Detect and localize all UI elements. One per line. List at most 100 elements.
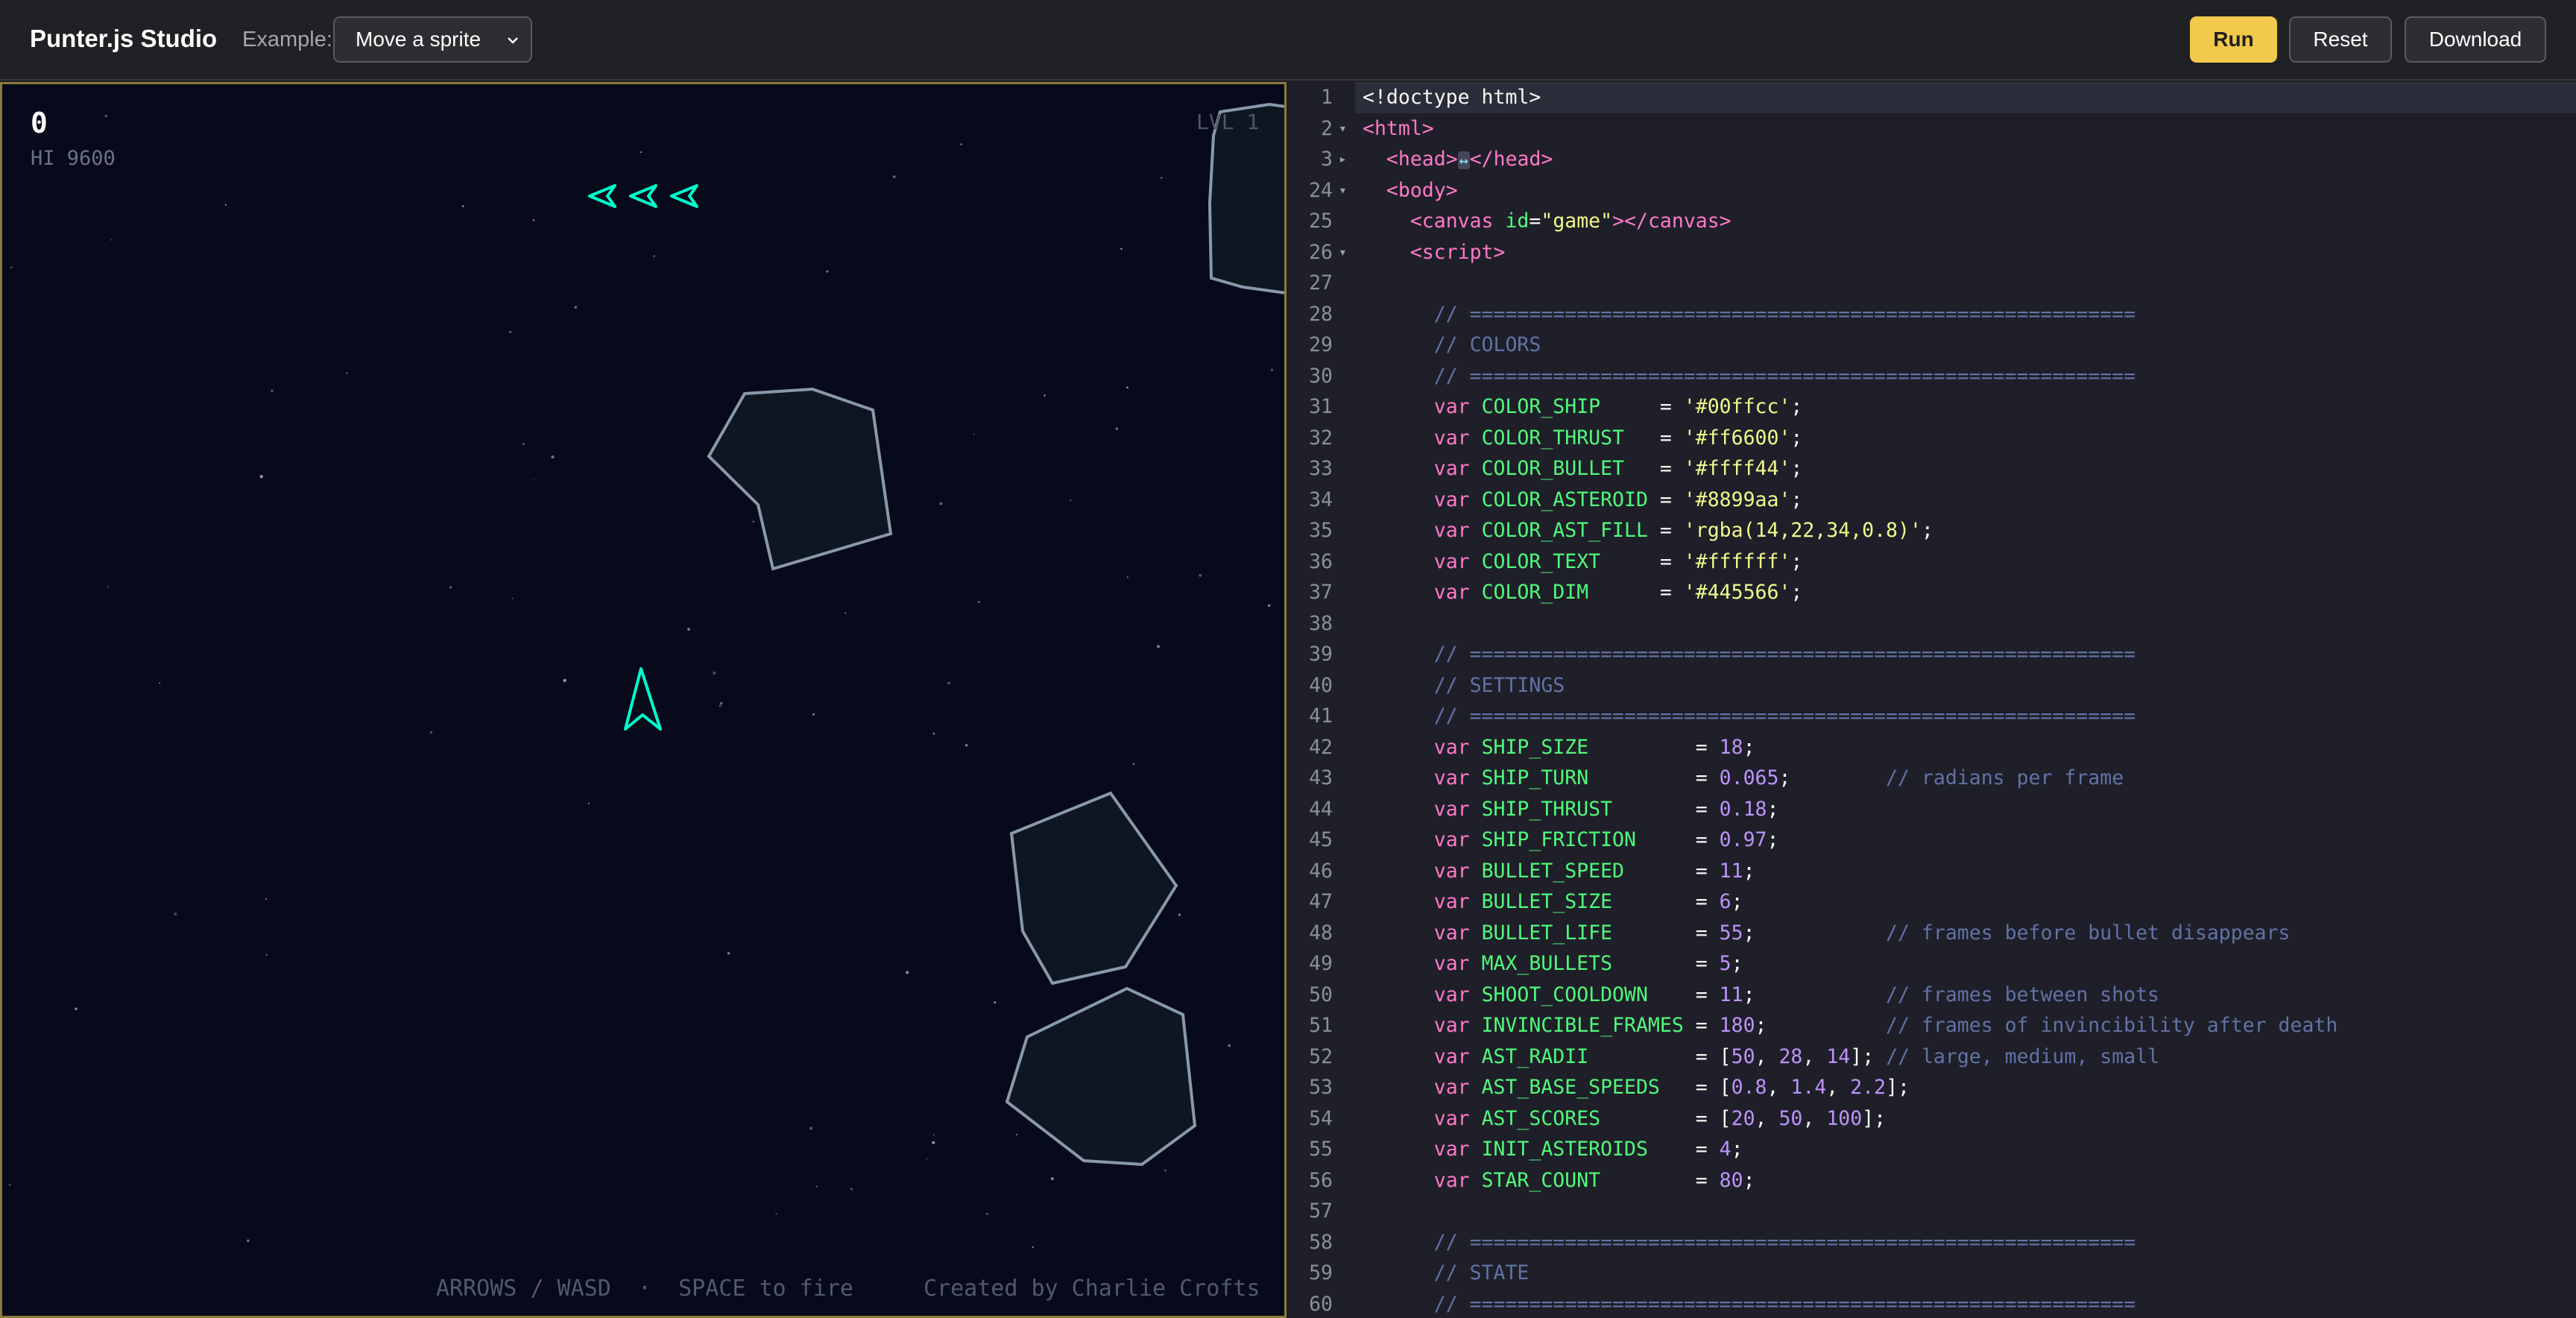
- code-line[interactable]: var INIT_ASTEROIDS = 4;: [1355, 1134, 2576, 1165]
- star: [1267, 604, 1271, 608]
- code-line[interactable]: // =====================================…: [1355, 639, 2576, 670]
- code-line[interactable]: <head> ↔</head>: [1355, 144, 2576, 175]
- fold-open-icon[interactable]: ▾: [1339, 237, 1352, 268]
- folded-code-marker[interactable]: ↔: [1457, 151, 1470, 169]
- code-token: 55: [1719, 921, 1743, 945]
- life-ship-icon: [588, 184, 616, 208]
- code-token: var: [1433, 457, 1482, 480]
- code-line[interactable]: var COLOR_SHIP = '#00ffcc';: [1355, 391, 2576, 423]
- code-line[interactable]: var SHOOT_COOLDOWN = 11; // frames betwe…: [1355, 980, 2576, 1011]
- fold-open-icon[interactable]: ▾: [1339, 175, 1352, 206]
- code-token: // radians per frame: [1790, 766, 2124, 789]
- star: [449, 586, 452, 589]
- star: [265, 898, 268, 901]
- run-button[interactable]: Run: [2190, 16, 2277, 63]
- line-number: 51: [1309, 1014, 1333, 1037]
- code-line[interactable]: var COLOR_DIM = '#445566';: [1355, 577, 2576, 608]
- code-line[interactable]: var BULLET_LIFE = 55; // frames before b…: [1355, 918, 2576, 949]
- code-token: =: [1647, 395, 1684, 418]
- code-token: // =====================================…: [1363, 704, 2136, 728]
- code-line[interactable]: // =====================================…: [1355, 1227, 2576, 1258]
- code-line[interactable]: // =====================================…: [1355, 299, 2576, 330]
- code-line[interactable]: // COLORS: [1355, 330, 2576, 361]
- star: [713, 671, 716, 675]
- code-token: ;: [1921, 519, 1933, 542]
- code-line[interactable]: var BULLET_SIZE = 6;: [1355, 886, 2576, 918]
- code-line[interactable]: // =====================================…: [1355, 1289, 2576, 1318]
- code-line[interactable]: <canvas id="game"></canvas>: [1355, 206, 2576, 237]
- star: [532, 479, 534, 481]
- code-line[interactable]: var SHIP_THRUST = 0.18;: [1355, 794, 2576, 825]
- code-token: ;: [1731, 1138, 1743, 1161]
- code-token: ;: [1743, 1168, 1755, 1192]
- code-token: ;: [1731, 952, 1743, 975]
- example-select[interactable]: Move a sprite: [333, 16, 532, 63]
- code-token: =: [1695, 735, 1720, 759]
- code-line[interactable]: // SETTINGS: [1355, 670, 2576, 701]
- code-line[interactable]: [1355, 608, 2576, 640]
- download-button[interactable]: Download: [2405, 16, 2546, 63]
- line-number: 44: [1309, 797, 1333, 821]
- star: [1120, 247, 1123, 250]
- line-number: 27: [1309, 271, 1333, 294]
- fold-open-icon[interactable]: ▾: [1339, 113, 1352, 145]
- code-line[interactable]: <!doctype html>: [1355, 82, 2576, 113]
- code-line[interactable]: var STAR_COUNT = 80;: [1355, 1165, 2576, 1196]
- code-line[interactable]: var AST_SCORES = [20, 50, 100];: [1355, 1103, 2576, 1135]
- reset-button[interactable]: Reset: [2289, 16, 2392, 63]
- code-line[interactable]: var SHIP_FRICTION = 0.97;: [1355, 824, 2576, 856]
- code-line[interactable]: var AST_BASE_SPEEDS = [0.8, 1.4, 2.2];: [1355, 1072, 2576, 1103]
- level-display: LVL 1: [1196, 110, 1260, 134]
- fold-closed-icon[interactable]: ▸: [1339, 144, 1352, 175]
- star: [174, 912, 177, 916]
- star: [551, 455, 555, 459]
- code-token: ;: [1778, 766, 1791, 789]
- code-line[interactable]: <script>: [1355, 237, 2576, 268]
- line-number: 60: [1309, 1292, 1333, 1316]
- star: [719, 701, 723, 705]
- code-line[interactable]: var BULLET_SPEED = 11;: [1355, 856, 2576, 887]
- code-token: var: [1433, 549, 1482, 573]
- code-token: 50: [1731, 1044, 1755, 1068]
- code-line[interactable]: var COLOR_THRUST = '#ff6600';: [1355, 423, 2576, 454]
- code-line[interactable]: var COLOR_ASTEROID = '#8899aa';: [1355, 485, 2576, 516]
- line-number: 26: [1309, 240, 1333, 264]
- asteroid: [1005, 986, 1197, 1167]
- code-token: "game": [1541, 209, 1613, 233]
- code-line[interactable]: var COLOR_TEXT = '#ffffff';: [1355, 546, 2576, 578]
- line-number: 37: [1309, 581, 1333, 604]
- code-line[interactable]: var COLOR_BULLET = '#ffff44';: [1355, 453, 2576, 485]
- code-token: COLOR_AST_FILL: [1481, 519, 1648, 542]
- star: [1164, 1169, 1167, 1172]
- code-token: <body>: [1386, 178, 1458, 202]
- code-line[interactable]: var SHIP_SIZE = 18;: [1355, 732, 2576, 763]
- code-line[interactable]: var COLOR_AST_FILL = 'rgba(14,22,34,0.8)…: [1355, 515, 2576, 546]
- star: [429, 731, 433, 734]
- code-token: =: [1695, 890, 1720, 913]
- code-line[interactable]: // =====================================…: [1355, 361, 2576, 392]
- code-line[interactable]: var INVINCIBLE_FRAMES = 180; // frames o…: [1355, 1010, 2576, 1041]
- code-token: <!doctype html>: [1363, 86, 1541, 109]
- code-editor[interactable]: 1 2 ▾ 3 ▸ 24 ▾ 25 26 ▾ 27 28 29 30 31 32 33 34 35 36 37 38 39 4…: [1287, 82, 2576, 1318]
- code-token: // frames between shots: [1755, 983, 2160, 1006]
- code-token: ;: [1743, 859, 1755, 883]
- code-line[interactable]: var AST_RADII = [50, 28, 14]; // large, …: [1355, 1041, 2576, 1073]
- code-line[interactable]: var MAX_BULLETS = 5;: [1355, 948, 2576, 980]
- star: [892, 175, 896, 178]
- code-token: '#ffffff': [1683, 549, 1791, 573]
- star: [508, 330, 512, 334]
- code-line[interactable]: // =====================================…: [1355, 701, 2576, 732]
- code-line[interactable]: <body>: [1355, 175, 2576, 206]
- code-line[interactable]: var SHIP_TURN = 0.065; // radians per fr…: [1355, 763, 2576, 794]
- code-line[interactable]: [1355, 268, 2576, 299]
- code-line[interactable]: [1355, 1196, 2576, 1227]
- code-line[interactable]: <html>: [1355, 113, 2576, 145]
- game-canvas[interactable]: 0 HI 9600 LVL 1 ARROWS / WASD · SPACE to…: [0, 82, 1287, 1318]
- code-token: '#ff6600': [1683, 426, 1791, 450]
- star: [640, 151, 642, 154]
- code-line[interactable]: // STATE: [1355, 1258, 2576, 1289]
